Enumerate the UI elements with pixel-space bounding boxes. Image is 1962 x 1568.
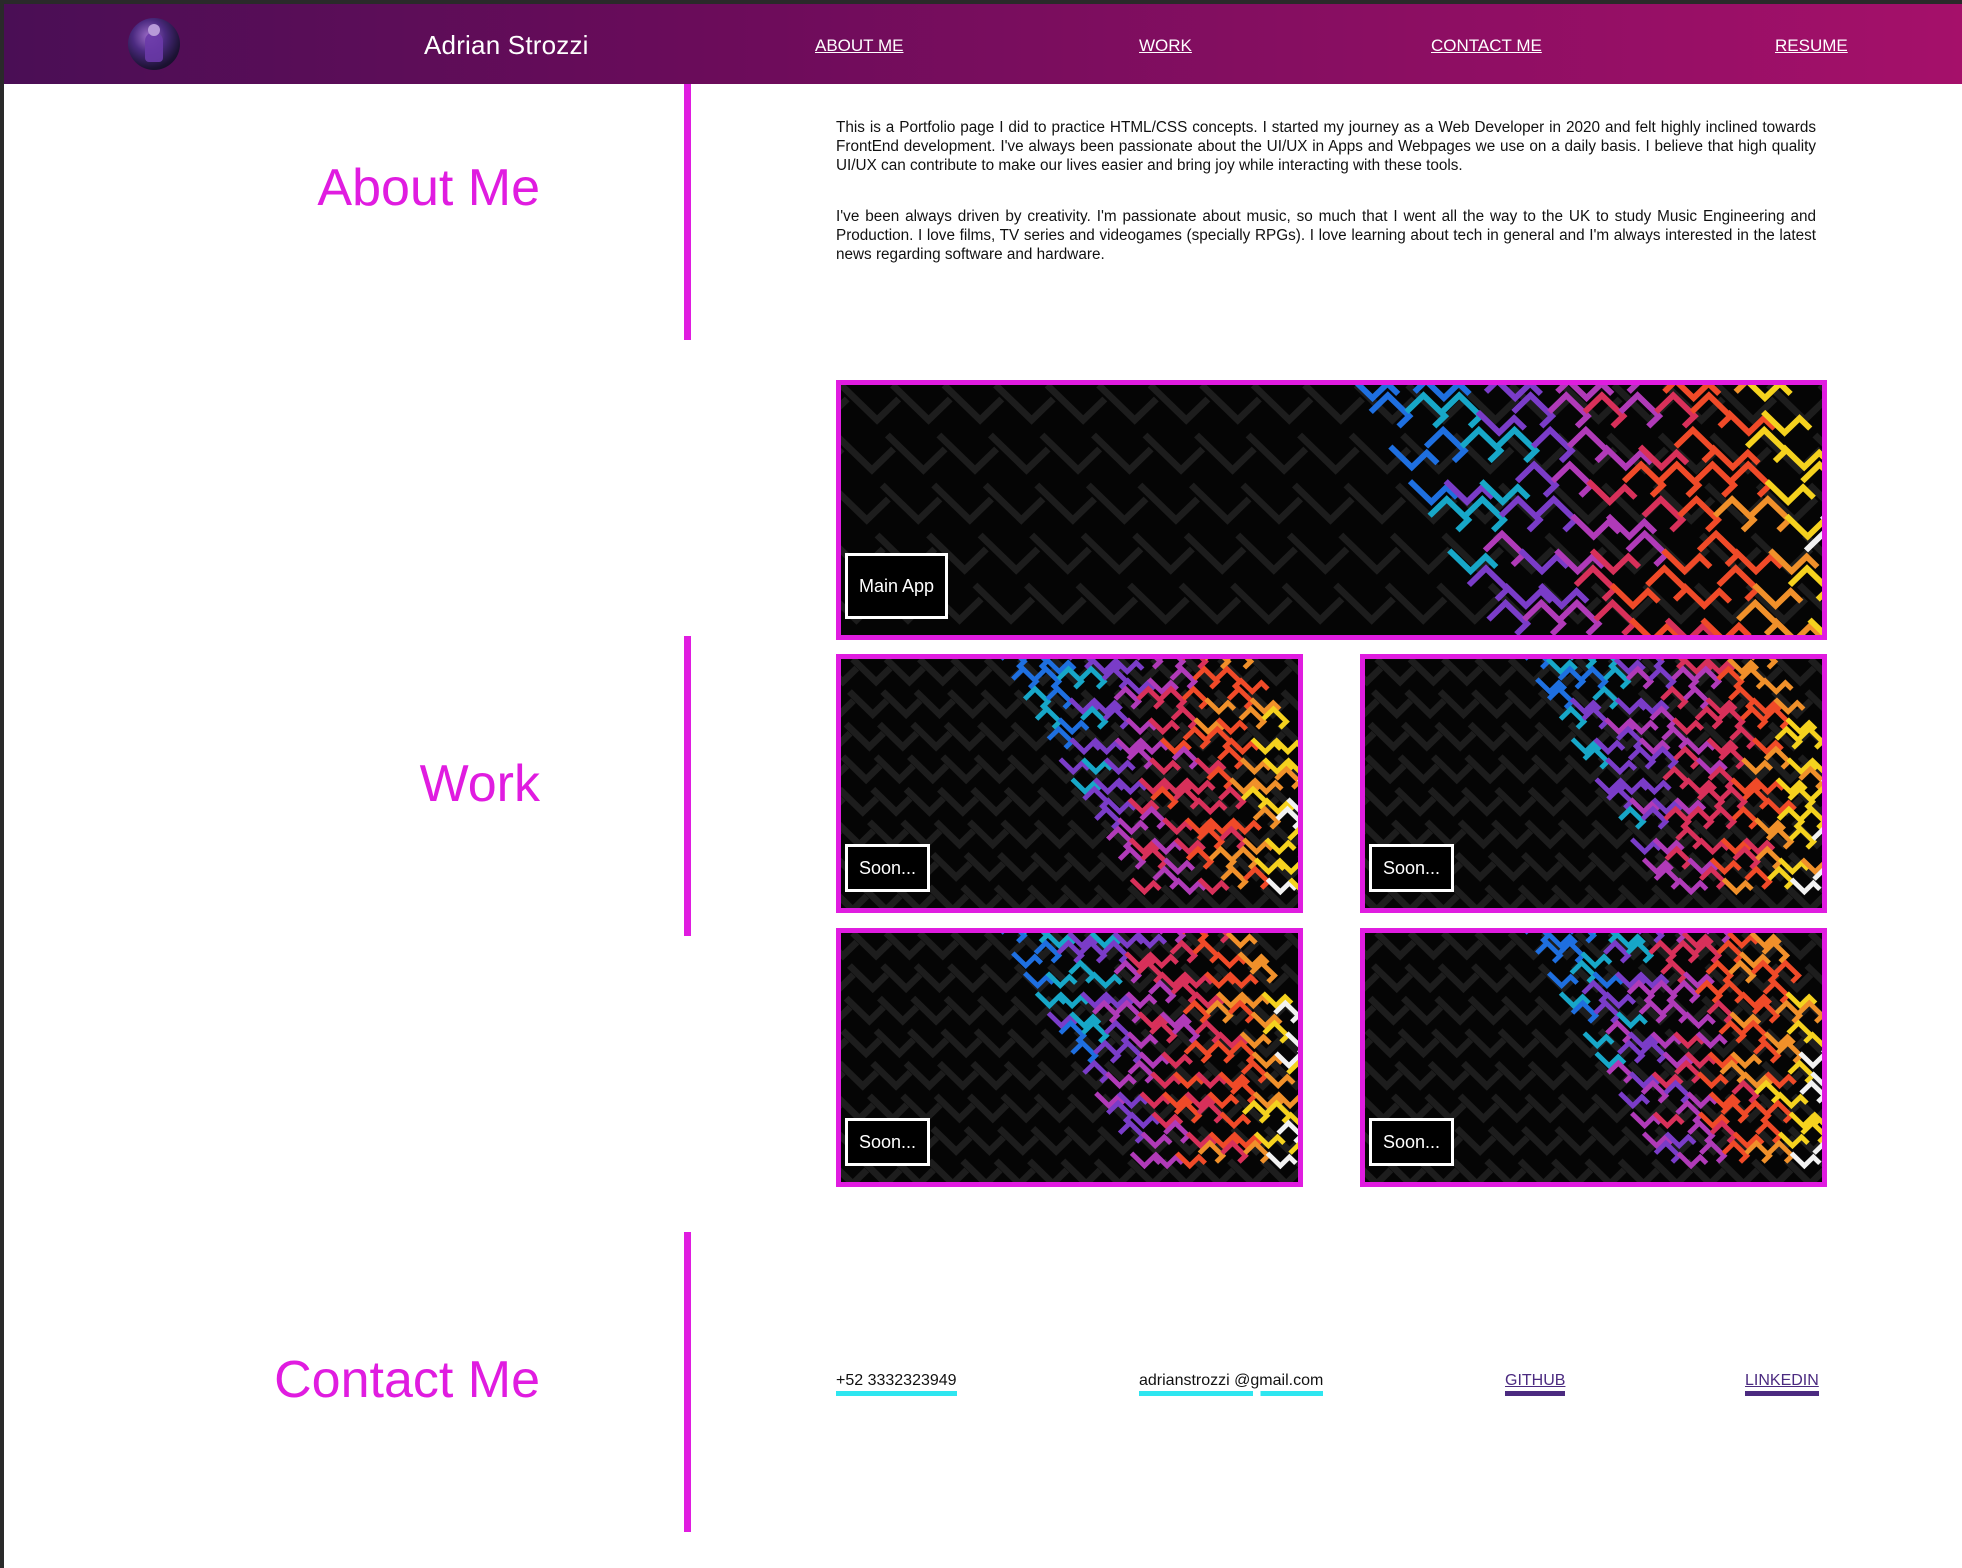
work-divider — [684, 636, 691, 936]
contact-email-link[interactable]: adrianstrozzi @gmail.com — [1139, 1372, 1324, 1398]
contact-phone-link[interactable]: +52 3332323949 — [836, 1372, 957, 1398]
linkedin-link[interactable]: LINKEDIN — [1745, 1372, 1819, 1398]
maze-pattern-image — [841, 385, 1822, 635]
window-frame-left — [0, 0, 4, 1568]
work-tile-label: Soon... — [845, 1118, 931, 1166]
nav-resume[interactable]: RESUME — [1775, 36, 1848, 56]
about-divider — [684, 84, 691, 340]
contact-phone-underline — [836, 1391, 957, 1396]
nav-about-me[interactable]: ABOUT ME — [815, 36, 903, 56]
linkedin-link-text: LINKEDIN — [1745, 1372, 1819, 1389]
nav-work[interactable]: WORK — [1139, 36, 1192, 56]
work-tile[interactable]: Soon... — [1360, 928, 1827, 1187]
work-tile-main[interactable]: Main App — [836, 380, 1827, 640]
avatar-head — [148, 24, 160, 36]
avatar[interactable] — [128, 18, 180, 70]
about-paragraph-1: This is a Portfolio page I did to practi… — [836, 119, 1816, 174]
work-tile-main-label: Main App — [845, 553, 949, 619]
linkedin-underline — [1745, 1391, 1819, 1396]
avatar-figure — [145, 32, 163, 62]
work-tile-label: Soon... — [1369, 844, 1455, 892]
contact-title: Contact Me — [274, 1351, 540, 1409]
github-link-text: GITHUB — [1505, 1372, 1566, 1389]
brand-name: Adrian Strozzi — [424, 30, 589, 60]
work-title: Work — [419, 755, 540, 813]
github-link[interactable]: GITHUB — [1505, 1372, 1566, 1398]
work-tile[interactable]: Soon... — [836, 654, 1303, 913]
work-tile-label: Soon... — [845, 844, 931, 892]
contact-divider — [684, 1232, 691, 1532]
about-title: About Me — [317, 159, 540, 217]
contact-phone-text: +52 3332323949 — [836, 1372, 957, 1389]
contact-email-underline — [1139, 1391, 1324, 1396]
navbar: Adrian Strozzi ABOUT ME WORK CONTACT ME … — [4, 4, 1962, 84]
work-tile[interactable]: Soon... — [836, 928, 1303, 1187]
contact-email-text: adrianstrozzi @gmail.com — [1139, 1372, 1324, 1389]
github-underline — [1505, 1391, 1566, 1396]
about-paragraph-2: I've been always driven by creativity. I… — [836, 208, 1816, 263]
work-tile[interactable]: Soon... — [1360, 654, 1827, 913]
work-tile-label: Soon... — [1369, 1118, 1455, 1166]
nav-contact-me[interactable]: CONTACT ME — [1431, 36, 1542, 56]
